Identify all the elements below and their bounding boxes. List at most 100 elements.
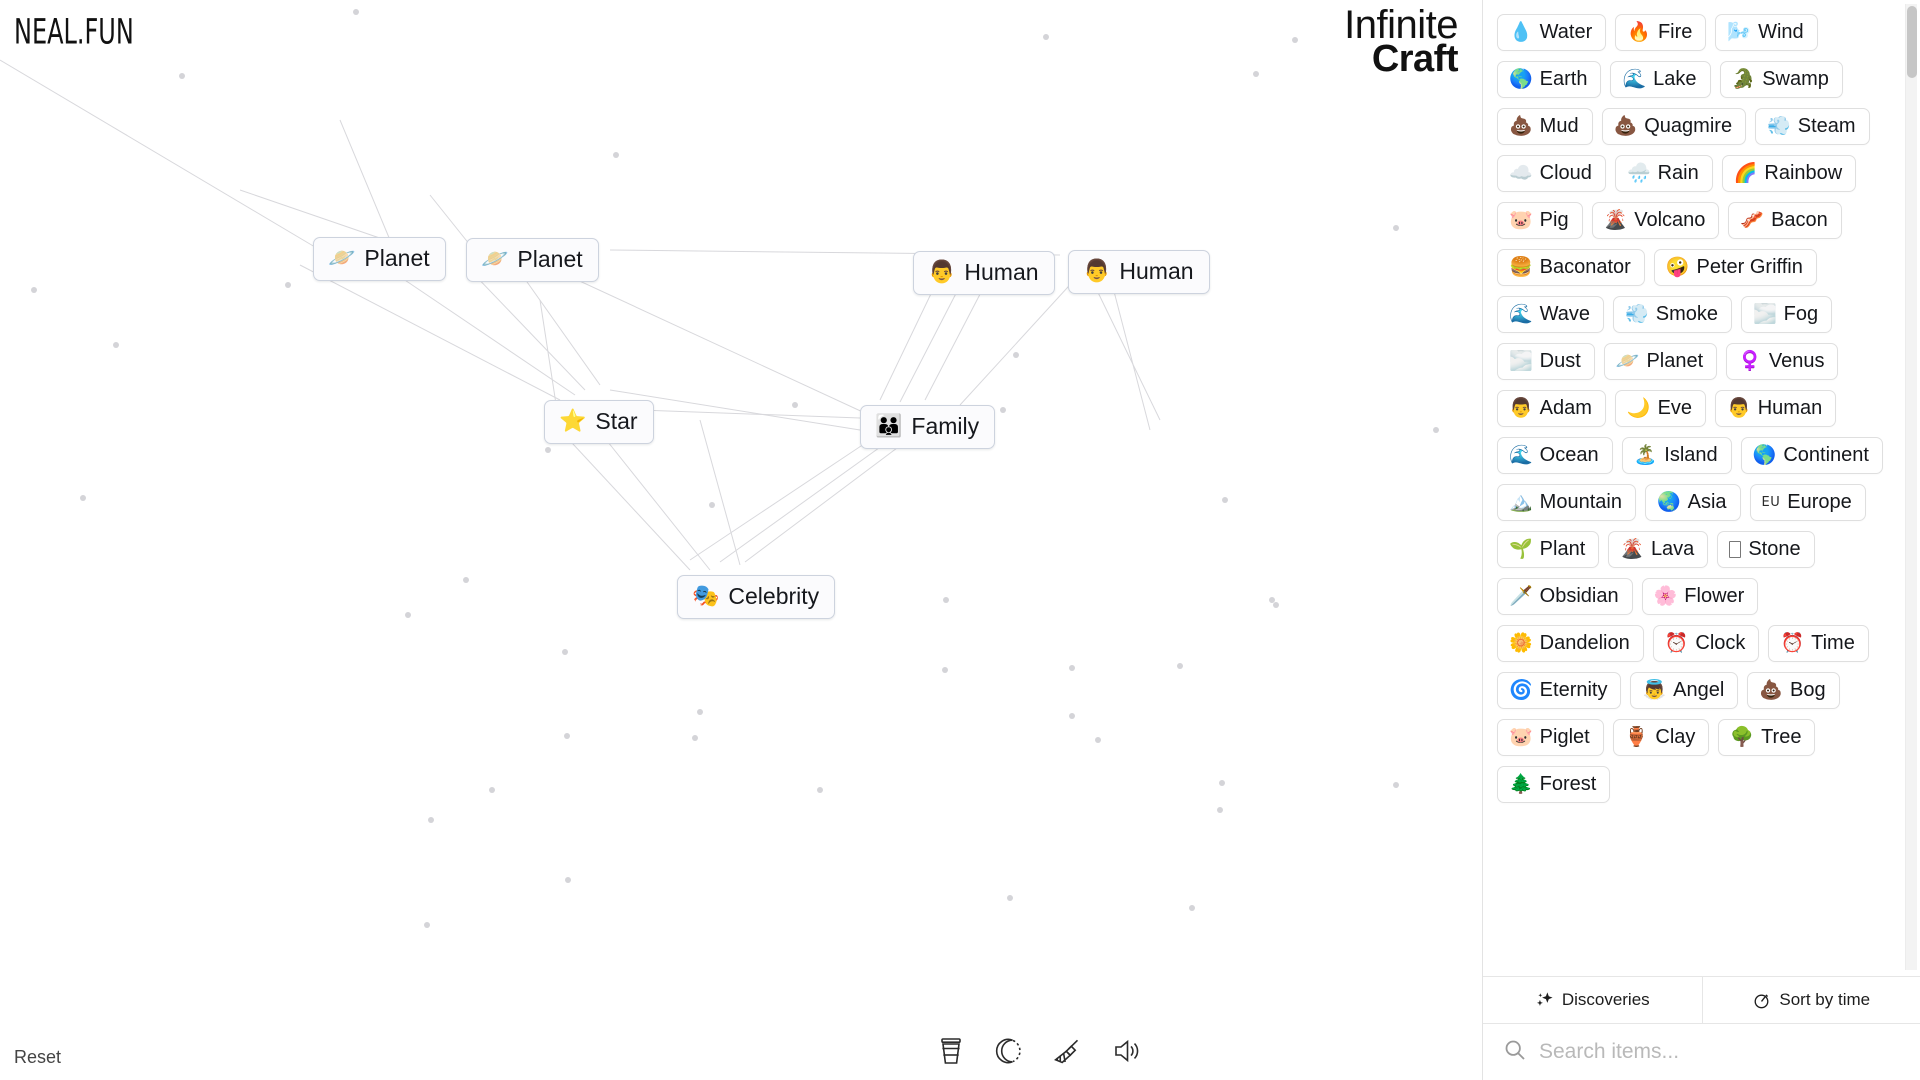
item-chip-asia[interactable]: 🌏 Asia (1644, 484, 1741, 521)
item-chip-human[interactable]: 👨 Human (1715, 390, 1837, 427)
tab-sort-by-time[interactable]: Sort by time (1701, 977, 1920, 1023)
canvas-node-celebrity-1[interactable]: 🎭 Celebrity (677, 575, 836, 619)
item-chip-mud[interactable]: 💩 Mud (1497, 108, 1593, 145)
item-chip-pig[interactable]: 🐷 Pig (1497, 202, 1583, 239)
item-chip-rain[interactable]: 🌧️ Rain (1614, 155, 1713, 192)
item-label: Cloud (1539, 162, 1592, 184)
broom-icon[interactable] (1052, 1037, 1082, 1065)
tab-discoveries[interactable]: Discoveries (1483, 977, 1702, 1023)
item-chip-rainbow[interactable]: 🌈 Rainbow (1721, 155, 1857, 192)
item-label: Wave (1539, 303, 1591, 325)
item-emoji: 🌬️ (1727, 20, 1752, 43)
item-chip-wind[interactable]: 🌬️ Wind (1715, 14, 1818, 51)
item-chip-clock[interactable]: ⏰ Clock (1652, 625, 1760, 662)
item-emoji: 🗡️ (1509, 584, 1533, 607)
item-chip-fog[interactable]: 🌫️ Fog (1740, 296, 1833, 333)
item-label: Planet (1646, 350, 1704, 372)
search-input[interactable] (1539, 1040, 1902, 1064)
item-chip-angel[interactable]: 👼 Angel (1630, 672, 1739, 709)
item-label: Dust (1539, 350, 1581, 372)
item-chip-island[interactable]: 🏝️ Island (1621, 437, 1732, 474)
item-chip-baconator[interactable]: 🍔 Baconator (1497, 249, 1645, 286)
item-emoji: 💨 (1767, 114, 1791, 137)
item-chip-stone[interactable]: Stone (1717, 531, 1815, 568)
moon-icon[interactable] (994, 1037, 1022, 1065)
item-label: Adam (1539, 397, 1592, 419)
item-chip-planet[interactable]: 🪐 Planet (1603, 343, 1718, 380)
canvas-node-human-2[interactable]: 👨 Human (1068, 250, 1210, 294)
background-stars (31, 9, 1439, 928)
item-chip-bacon[interactable]: 🥓 Bacon (1728, 202, 1842, 239)
item-chip-cloud[interactable]: ☁️ Cloud (1497, 155, 1606, 192)
coffee-icon[interactable] (938, 1036, 964, 1066)
item-label: Wind (1758, 21, 1804, 43)
canvas-node-family-1[interactable]: 👪 Family (860, 405, 996, 449)
item-emoji: 💩 (1613, 114, 1638, 137)
item-chip-eternity[interactable]: 🌀 Eternity (1497, 672, 1622, 709)
item-emoji: 🌧️ (1626, 161, 1651, 184)
crafting-canvas[interactable]: NEAL.FUN Infinite Craft 🪐 Planet 🪐 Planet 👨 H… (0, 0, 1482, 1080)
canvas-node-star-1[interactable]: ⭐ Star (544, 400, 654, 444)
item-chip-adam[interactable]: 👨 Adam (1497, 390, 1606, 427)
item-chip-venus[interactable]: ♀️ Venus (1726, 343, 1839, 380)
items-scroll-area[interactable]: 💧 Water 🔥 Fire 🌬️ Wind 🌎 Earth 🌊 Lake 🐊 Swamp 💩 Mud 💩 Q… (1483, 0, 1920, 976)
item-chip-water[interactable]: 💧 Water (1497, 14, 1607, 51)
item-chip-piglet[interactable]: 🐷 Piglet (1497, 719, 1604, 756)
items-list: 💧 Water 🔥 Fire 🌬️ Wind 🌎 Earth 🌊 Lake 🐊 Swamp 💩 Mud 💩 Q… (1497, 14, 1910, 803)
item-label: Rain (1657, 162, 1699, 184)
item-chip-bog[interactable]: 💩 Bog (1747, 672, 1840, 709)
node-label: Family (911, 413, 980, 439)
item-chip-plant[interactable]: 🌱 Plant (1497, 531, 1600, 568)
node-label: Celebrity (728, 583, 820, 609)
node-label: Planet (517, 246, 583, 272)
item-chip-quagmire[interactable]: 💩 Quagmire (1601, 108, 1747, 145)
item-chip-dust[interactable]: 🌫️ Dust (1497, 343, 1595, 380)
item-chip-mountain[interactable]: 🏔️ Mountain (1497, 484, 1636, 521)
node-emoji: 👨 (1083, 258, 1111, 284)
item-chip-europe[interactable]: EU Europe (1749, 484, 1866, 521)
item-emoji: 🌋 (1603, 208, 1628, 231)
search-row (1483, 1024, 1920, 1080)
speaker-icon[interactable] (1112, 1038, 1142, 1064)
item-chip-lava[interactable]: 🌋 Lava (1608, 531, 1709, 568)
item-label: Smoke (1655, 303, 1718, 325)
item-chip-flower[interactable]: 🌸 Flower (1641, 578, 1759, 615)
item-emoji: 🌫️ (1509, 349, 1533, 372)
canvas-node-planet-1[interactable]: 🪐 Planet (313, 237, 446, 281)
item-chip-earth[interactable]: 🌎 Earth (1497, 61, 1602, 98)
item-chip-fire[interactable]: 🔥 Fire (1615, 14, 1707, 51)
item-emoji: 🌲 (1509, 772, 1533, 795)
item-emoji: 🌈 (1733, 161, 1758, 184)
scrollbar-thumb[interactable] (1907, 6, 1917, 78)
item-chip-volcano[interactable]: 🌋 Volcano (1591, 202, 1720, 239)
scroll-down-arrow[interactable] (1906, 974, 1918, 976)
canvas-node-human-1[interactable]: 👨 Human (913, 251, 1055, 295)
sparkles-icon (1535, 991, 1554, 1010)
item-chip-steam[interactable]: 💨 Steam (1755, 108, 1870, 145)
neal-fun-logo[interactable]: NEAL.FUN (14, 12, 134, 52)
item-chip-wave[interactable]: 🌊 Wave (1497, 296, 1605, 333)
item-chip-obsidian[interactable]: 🗡️ Obsidian (1497, 578, 1633, 615)
item-chip-swamp[interactable]: 🐊 Swamp (1719, 61, 1843, 98)
item-label: Asia (1687, 491, 1727, 513)
item-chip-peter-griffin[interactable]: 🤪 Peter Griffin (1653, 249, 1817, 286)
sidebar-scrollbar[interactable] (1905, 4, 1917, 970)
item-emoji: 🏝️ (1633, 443, 1658, 466)
sidebar-tabs: Discoveries Sort by time (1483, 976, 1920, 1024)
item-label: Fire (1657, 21, 1693, 43)
canvas-node-planet-2[interactable]: 🪐 Planet (466, 238, 599, 282)
item-chip-continent[interactable]: 🌎 Continent (1740, 437, 1883, 474)
item-chip-clay[interactable]: 🏺 Clay (1612, 719, 1710, 756)
item-chip-tree[interactable]: 🌳 Tree (1718, 719, 1816, 756)
reset-button[interactable]: Reset (14, 1047, 61, 1068)
item-emoji: 🤪 (1665, 255, 1690, 278)
item-label: Human (1757, 397, 1823, 419)
item-chip-dandelion[interactable]: 🌼 Dandelion (1497, 625, 1644, 662)
item-chip-ocean[interactable]: 🌊 Ocean (1497, 437, 1613, 474)
item-chip-time[interactable]: ⏰ Time (1768, 625, 1869, 662)
item-label: Dandelion (1539, 632, 1630, 654)
item-chip-eve[interactable]: 🌙 Eve (1614, 390, 1707, 427)
item-chip-forest[interactable]: 🌲 Forest (1497, 766, 1611, 803)
item-chip-lake[interactable]: 🌊 Lake (1610, 61, 1711, 98)
item-chip-smoke[interactable]: 💨 Smoke (1613, 296, 1732, 333)
